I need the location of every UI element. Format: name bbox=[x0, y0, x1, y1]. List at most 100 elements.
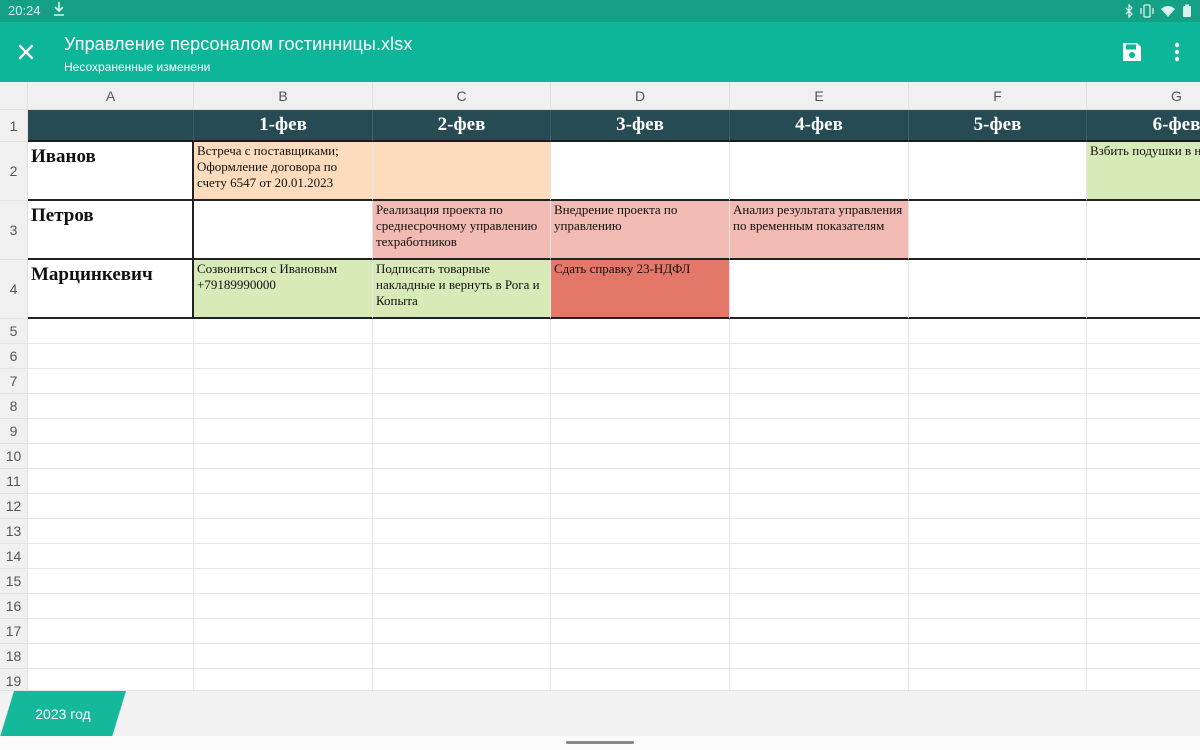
task-cell[interactable] bbox=[1087, 201, 1200, 260]
empty-cell[interactable] bbox=[909, 319, 1087, 344]
empty-cell[interactable] bbox=[730, 569, 909, 594]
header-cell-a1[interactable] bbox=[28, 110, 194, 142]
empty-cell[interactable] bbox=[194, 369, 373, 394]
empty-cell[interactable] bbox=[373, 444, 551, 469]
empty-cell[interactable] bbox=[909, 494, 1087, 519]
empty-cell[interactable] bbox=[1087, 319, 1200, 344]
empty-cell[interactable] bbox=[373, 619, 551, 644]
task-cell[interactable]: Подписать товарные накладные и вернуть в… bbox=[373, 260, 551, 319]
empty-cell[interactable] bbox=[28, 619, 194, 644]
empty-cell[interactable] bbox=[28, 644, 194, 669]
empty-cell[interactable] bbox=[1087, 544, 1200, 569]
row-header-10[interactable]: 10 bbox=[0, 444, 28, 469]
task-cell[interactable]: Созвониться с Ивановым +79189990000 bbox=[194, 260, 373, 319]
empty-cell[interactable] bbox=[373, 519, 551, 544]
date-header-cell[interactable]: 1-фев bbox=[194, 110, 373, 142]
empty-cell[interactable] bbox=[730, 319, 909, 344]
empty-cell[interactable] bbox=[28, 319, 194, 344]
empty-cell[interactable] bbox=[551, 369, 730, 394]
empty-cell[interactable] bbox=[909, 669, 1087, 690]
empty-cell[interactable] bbox=[373, 419, 551, 444]
save-icon[interactable] bbox=[1121, 41, 1143, 63]
empty-cell[interactable] bbox=[551, 594, 730, 619]
empty-cell[interactable] bbox=[1087, 594, 1200, 619]
empty-cell[interactable] bbox=[373, 344, 551, 369]
column-header-g[interactable]: G bbox=[1087, 82, 1200, 110]
empty-cell[interactable] bbox=[28, 344, 194, 369]
close-icon[interactable] bbox=[14, 40, 38, 64]
empty-cell[interactable] bbox=[730, 494, 909, 519]
empty-cell[interactable] bbox=[194, 644, 373, 669]
empty-cell[interactable] bbox=[194, 494, 373, 519]
empty-cell[interactable] bbox=[551, 419, 730, 444]
empty-cell[interactable] bbox=[730, 369, 909, 394]
empty-cell[interactable] bbox=[1087, 394, 1200, 419]
empty-cell[interactable] bbox=[909, 419, 1087, 444]
empty-cell[interactable] bbox=[373, 494, 551, 519]
empty-cell[interactable] bbox=[909, 519, 1087, 544]
row-header-17[interactable]: 17 bbox=[0, 619, 28, 644]
empty-cell[interactable] bbox=[194, 444, 373, 469]
empty-cell[interactable] bbox=[28, 494, 194, 519]
empty-cell[interactable] bbox=[730, 394, 909, 419]
empty-cell[interactable] bbox=[730, 419, 909, 444]
row-header-11[interactable]: 11 bbox=[0, 469, 28, 494]
empty-cell[interactable] bbox=[1087, 644, 1200, 669]
row-header-3[interactable]: 3 bbox=[0, 201, 28, 260]
row-header-2[interactable]: 2 bbox=[0, 142, 28, 201]
employee-name-cell[interactable]: Марцинкевич bbox=[28, 260, 194, 319]
empty-cell[interactable] bbox=[28, 519, 194, 544]
task-cell[interactable]: Взбить подушки в н bbox=[1087, 142, 1200, 201]
empty-cell[interactable] bbox=[730, 519, 909, 544]
date-header-cell[interactable]: 6-фев bbox=[1087, 110, 1200, 142]
task-cell[interactable] bbox=[909, 201, 1087, 260]
row-header-5[interactable]: 5 bbox=[0, 319, 28, 344]
row-header-4[interactable]: 4 bbox=[0, 260, 28, 319]
empty-cell[interactable] bbox=[909, 544, 1087, 569]
empty-cell[interactable] bbox=[28, 544, 194, 569]
empty-cell[interactable] bbox=[1087, 419, 1200, 444]
row-header-13[interactable]: 13 bbox=[0, 519, 28, 544]
date-header-cell[interactable]: 3-фев bbox=[551, 110, 730, 142]
empty-cell[interactable] bbox=[1087, 444, 1200, 469]
row-header-19[interactable]: 19 bbox=[0, 669, 28, 690]
task-cell[interactable] bbox=[730, 260, 909, 319]
task-cell[interactable]: Анализ результата управления по временны… bbox=[730, 201, 909, 260]
empty-cell[interactable] bbox=[730, 444, 909, 469]
employee-name-cell[interactable]: Петров bbox=[28, 201, 194, 260]
empty-cell[interactable] bbox=[551, 519, 730, 544]
empty-cell[interactable] bbox=[373, 569, 551, 594]
empty-cell[interactable] bbox=[730, 644, 909, 669]
select-all-corner[interactable] bbox=[0, 82, 28, 110]
empty-cell[interactable] bbox=[551, 494, 730, 519]
task-cell[interactable]: Реализация проекта по среднесрочному упр… bbox=[373, 201, 551, 260]
empty-cell[interactable] bbox=[373, 369, 551, 394]
empty-cell[interactable] bbox=[194, 394, 373, 419]
empty-cell[interactable] bbox=[194, 419, 373, 444]
empty-cell[interactable] bbox=[28, 569, 194, 594]
home-gesture-pill[interactable] bbox=[566, 741, 634, 744]
empty-cell[interactable] bbox=[909, 644, 1087, 669]
empty-cell[interactable] bbox=[909, 569, 1087, 594]
empty-cell[interactable] bbox=[551, 569, 730, 594]
column-header-b[interactable]: B bbox=[194, 82, 373, 110]
row-header-1[interactable]: 1 bbox=[0, 110, 28, 142]
empty-cell[interactable] bbox=[194, 594, 373, 619]
empty-cell[interactable] bbox=[909, 369, 1087, 394]
empty-cell[interactable] bbox=[909, 444, 1087, 469]
empty-cell[interactable] bbox=[909, 394, 1087, 419]
empty-cell[interactable] bbox=[551, 469, 730, 494]
date-header-cell[interactable]: 5-фев bbox=[909, 110, 1087, 142]
empty-cell[interactable] bbox=[194, 544, 373, 569]
empty-cell[interactable] bbox=[28, 469, 194, 494]
empty-cell[interactable] bbox=[551, 644, 730, 669]
empty-cell[interactable] bbox=[730, 594, 909, 619]
column-header-a[interactable]: A bbox=[28, 82, 194, 110]
empty-cell[interactable] bbox=[373, 469, 551, 494]
employee-name-cell[interactable]: Иванов bbox=[28, 142, 194, 201]
empty-cell[interactable] bbox=[730, 469, 909, 494]
empty-cell[interactable] bbox=[194, 469, 373, 494]
empty-cell[interactable] bbox=[373, 394, 551, 419]
empty-cell[interactable] bbox=[373, 594, 551, 619]
column-header-e[interactable]: E bbox=[730, 82, 909, 110]
